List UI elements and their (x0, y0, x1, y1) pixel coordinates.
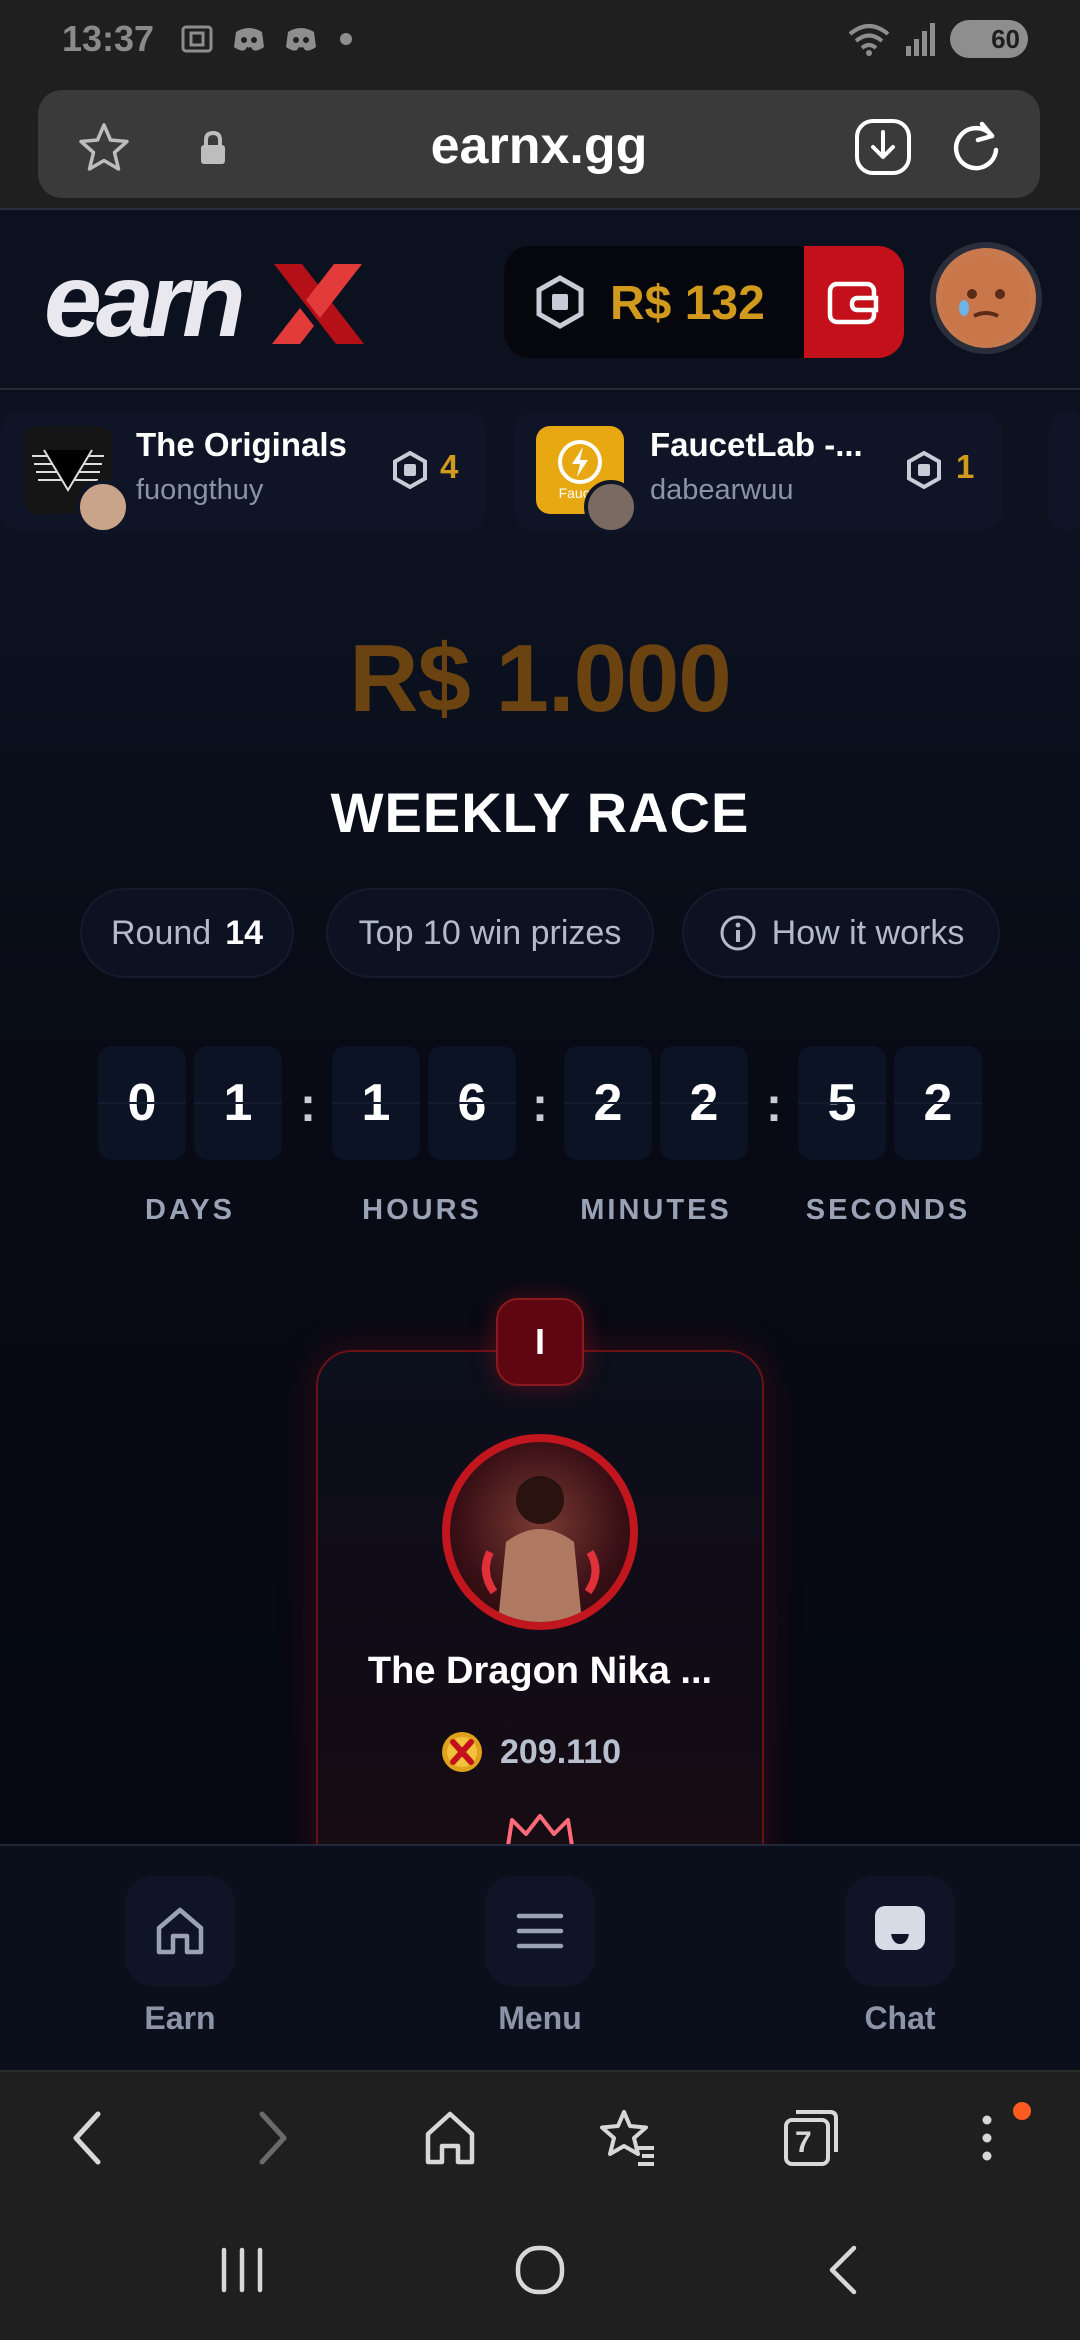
robux-icon (907, 450, 941, 490)
wallet-button[interactable] (804, 246, 904, 358)
earnx-logo[interactable]: earn (44, 254, 374, 354)
balance-amount: R$ 132 (610, 277, 765, 330)
countdown-label-seconds: SECONDS (805, 1194, 971, 1226)
wallet-icon (827, 281, 879, 325)
weekly-race-section: R$ 1.000 WEEKLY RACE Round 14 Top 10 win… (0, 552, 1080, 1844)
countdown-label-hours: HOURS (362, 1194, 482, 1226)
reload-icon[interactable] (946, 118, 1006, 178)
recent-apps-icon[interactable] (212, 2242, 272, 2298)
prizes-pill: Top 10 win prizes (326, 888, 654, 978)
wifi-icon (848, 24, 890, 56)
system-back-icon[interactable] (818, 2242, 868, 2298)
nav-menu-label: Menu (498, 2000, 582, 2036)
countdown-digit: 2 (894, 1046, 982, 1160)
how-it-works-label: How it works (771, 913, 965, 952)
nav-chat[interactable]: Chat (815, 1876, 985, 2037)
countdown-digit: 0 (98, 1046, 186, 1160)
nav-earn-icon-box (125, 1876, 235, 1986)
offer-user-avatar (76, 480, 130, 534)
rank-badge: I (496, 1298, 584, 1386)
countdown-digit: 2 (660, 1046, 748, 1160)
browser-toolbar: 7 (0, 2070, 1080, 2200)
offer-username: fuongthuy (136, 474, 264, 506)
how-it-works-button[interactable]: How it works (682, 888, 1000, 978)
offer-title: The Originals (136, 426, 347, 463)
status-time: 13:37 (62, 18, 155, 59)
countdown-digit: 1 (194, 1046, 282, 1160)
countdown-separator: : (766, 1079, 782, 1132)
avatar-face-icon (942, 256, 1030, 344)
leader-points-value: 209.110 (500, 1732, 622, 1771)
url-field[interactable]: earnx.gg (38, 90, 1040, 198)
countdown-digit: 1 (332, 1046, 420, 1160)
race-prize-amount: R$ 1.000 (349, 625, 732, 732)
user-avatar[interactable] (930, 242, 1042, 354)
discord-icon (234, 28, 264, 51)
offer-title: FaucetLab -... (650, 426, 863, 463)
more-options-icon[interactable] (972, 2108, 1002, 2168)
forward-icon[interactable] (246, 2108, 298, 2168)
countdown-label-minutes: MINUTES (580, 1194, 732, 1226)
offer-reward: 4 (440, 448, 459, 485)
leader-avatar-art (481, 1476, 600, 1622)
more-notifications-dot (340, 33, 352, 45)
battery-indicator: 60 (950, 20, 1028, 58)
faucet-logo-icon (558, 440, 602, 484)
home-button-icon[interactable] (512, 2242, 568, 2298)
countdown-digit: 2 (564, 1046, 652, 1160)
signal-icon (906, 23, 935, 56)
recent-offers-strip: The Originals fuongthuy 4 Faucet FaucetL… (0, 392, 1080, 552)
crown-icon (506, 1814, 574, 1844)
countdown-digit: 6 (428, 1046, 516, 1160)
nav-chat-label: Chat (864, 2000, 936, 2036)
home-icon (156, 1907, 204, 1955)
site-header: earn R$ 132 (0, 208, 1080, 390)
chat-icon (875, 1906, 925, 1950)
notification-dot (1013, 2102, 1031, 2120)
offer-user-avatar (584, 480, 638, 534)
home-icon[interactable] (422, 2108, 478, 2168)
round-label: Round (110, 913, 212, 952)
tab-count: 7 (795, 2126, 812, 2159)
nav-chat-icon-box (845, 1876, 955, 1986)
countdown-digit: 5 (798, 1046, 886, 1160)
info-icon (720, 915, 756, 951)
nav-menu[interactable]: Menu (455, 1876, 625, 2037)
robux-icon (536, 275, 584, 329)
download-icon[interactable] (854, 118, 912, 176)
round-number: 14 (225, 913, 264, 952)
status-bar: 13:37 60 (0, 0, 1080, 84)
robux-icon (393, 450, 427, 490)
round-pill: Round 14 (80, 888, 294, 978)
leader-name: The Dragon Nika ... (367, 1650, 713, 1692)
tabs-button[interactable]: 7 (782, 2108, 840, 2168)
nav-earn-label: Earn (144, 2000, 216, 2036)
screenshot-icon (181, 25, 213, 53)
system-status-icons: 60 (846, 20, 1028, 58)
browser-address-bar: earnx.gg (0, 84, 1080, 208)
system-navigation-bar (0, 2200, 1080, 2340)
countdown-separator: : (532, 1079, 548, 1132)
offer-username: dabearwuu (650, 474, 794, 506)
bookmarks-icon[interactable] (598, 2108, 658, 2168)
prizes-text: Top 10 win prizes (358, 913, 622, 952)
bottom-navigation: Earn Menu Chat (0, 1844, 1080, 2070)
back-icon[interactable] (62, 2108, 114, 2168)
offer-card[interactable]: The Originals fuongthuy 4 (0, 412, 486, 534)
nav-menu-icon-box (485, 1876, 595, 1986)
offer-reward: 1 (956, 448, 975, 485)
earnx-coin-icon (442, 1732, 482, 1772)
leader-points: 209.110 (440, 1730, 621, 1774)
nav-earn[interactable]: Earn (95, 1876, 265, 2037)
countdown-separator: : (300, 1079, 316, 1132)
menu-icon (516, 1913, 564, 1949)
svg-text:earn: earn (44, 254, 242, 354)
offer-card[interactable]: Faucet FaucetLab -... dabearwuu 1 (514, 412, 1002, 534)
countdown-label-days: DAYS (145, 1194, 235, 1226)
discord-icon (286, 28, 316, 51)
offer-card-partial[interactable] (1048, 412, 1080, 530)
race-title: WEEKLY RACE (330, 781, 750, 844)
leader-avatar (442, 1434, 638, 1630)
notification-icons (178, 20, 352, 58)
